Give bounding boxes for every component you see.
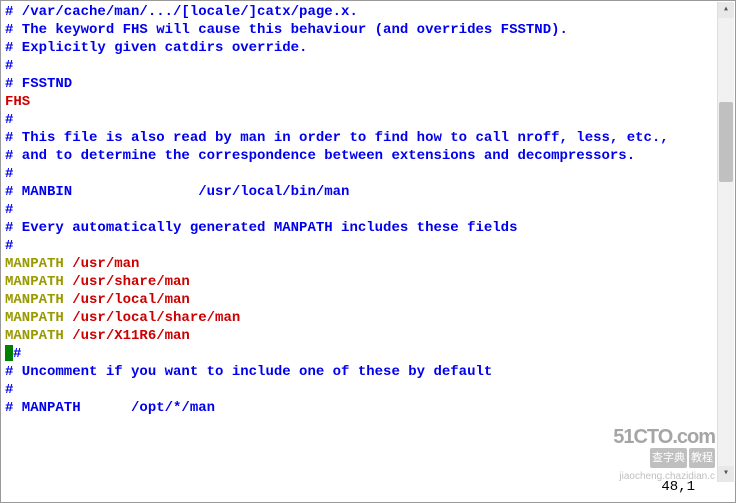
code-line: MANPATH /usr/X11R6/man bbox=[5, 327, 731, 345]
watermark-label-2: 教程 bbox=[689, 448, 715, 468]
code-segment: /usr/local/share/man bbox=[64, 310, 240, 326]
code-line: # bbox=[5, 57, 731, 75]
code-segment: MANPATH bbox=[5, 292, 64, 308]
code-segment: # MANPATH /opt/*/man bbox=[5, 400, 215, 416]
code-line: MANPATH /usr/man bbox=[5, 255, 731, 273]
scroll-thumb[interactable] bbox=[719, 102, 733, 182]
code-segment: MANPATH bbox=[5, 310, 64, 326]
code-line: # This file is also read by man in order… bbox=[5, 129, 731, 147]
code-segment: # FSSTND bbox=[5, 76, 72, 92]
code-line: FHS bbox=[5, 93, 731, 111]
code-segment: # This file is also read by man in order… bbox=[5, 130, 669, 146]
code-segment: /usr/man bbox=[64, 256, 140, 272]
code-segment: /usr/share/man bbox=[64, 274, 190, 290]
code-segment: MANPATH bbox=[5, 328, 64, 344]
code-segment: # bbox=[5, 382, 13, 398]
code-segment: # bbox=[5, 238, 13, 254]
code-segment: # bbox=[5, 166, 13, 182]
code-segment: MANPATH bbox=[5, 256, 64, 272]
code-segment: # Explicitly given catdirs override. bbox=[5, 40, 307, 56]
code-line: MANPATH /usr/local/man bbox=[5, 291, 731, 309]
code-segment: # MANBIN /usr/local/bin/man bbox=[5, 184, 349, 200]
code-segment: /usr/X11R6/man bbox=[64, 328, 190, 344]
code-segment: /usr/local/man bbox=[64, 292, 190, 308]
code-line: # bbox=[5, 201, 731, 219]
cursor bbox=[5, 345, 13, 361]
code-segment: # The keyword FHS will cause this behavi… bbox=[5, 22, 568, 38]
code-segment: # and to determine the correspondence be… bbox=[5, 148, 635, 164]
code-segment: # bbox=[5, 202, 13, 218]
code-segment: # /var/cache/man/.../[locale/]catx/page.… bbox=[5, 4, 358, 20]
code-segment: MANPATH bbox=[5, 274, 64, 290]
code-line: # /var/cache/man/.../[locale/]catx/page.… bbox=[5, 3, 731, 21]
code-line: # and to determine the correspondence be… bbox=[5, 147, 731, 165]
code-line: MANPATH /usr/local/share/man bbox=[5, 309, 731, 327]
code-segment: # bbox=[5, 58, 13, 74]
code-segment: # Uncomment if you want to include one o… bbox=[5, 364, 492, 380]
scroll-down-button[interactable]: ▾ bbox=[718, 466, 734, 482]
code-line: # Explicitly given catdirs override. bbox=[5, 39, 731, 57]
code-segment: # Every automatically generated MANPATH … bbox=[5, 220, 517, 236]
code-line: # bbox=[5, 237, 731, 255]
code-line: # bbox=[5, 345, 731, 363]
status-position: 48,1 bbox=[661, 478, 695, 496]
code-line: # MANPATH /opt/*/man bbox=[5, 399, 731, 417]
code-line: MANPATH /usr/share/man bbox=[5, 273, 731, 291]
code-line: # MANBIN /usr/local/bin/man bbox=[5, 183, 731, 201]
code-line: # Every automatically generated MANPATH … bbox=[5, 219, 731, 237]
code-segment: # bbox=[13, 346, 21, 362]
code-line: # Uncomment if you want to include one o… bbox=[5, 363, 731, 381]
editor-view[interactable]: # /var/cache/man/.../[locale/]catx/page.… bbox=[1, 1, 735, 419]
code-segment: FHS bbox=[5, 94, 30, 110]
code-segment: # bbox=[5, 112, 13, 128]
code-line: # FSSTND bbox=[5, 75, 731, 93]
code-line: # bbox=[5, 165, 731, 183]
watermark-brand: 51CTO.com bbox=[613, 428, 715, 446]
code-line: # bbox=[5, 381, 731, 399]
watermark-label-1: 查字典 bbox=[650, 448, 687, 468]
code-line: # The keyword FHS will cause this behavi… bbox=[5, 21, 731, 39]
scrollbar[interactable]: ▴ ▾ bbox=[717, 2, 734, 482]
code-line: # bbox=[5, 111, 731, 129]
scroll-up-button[interactable]: ▴ bbox=[718, 2, 734, 18]
